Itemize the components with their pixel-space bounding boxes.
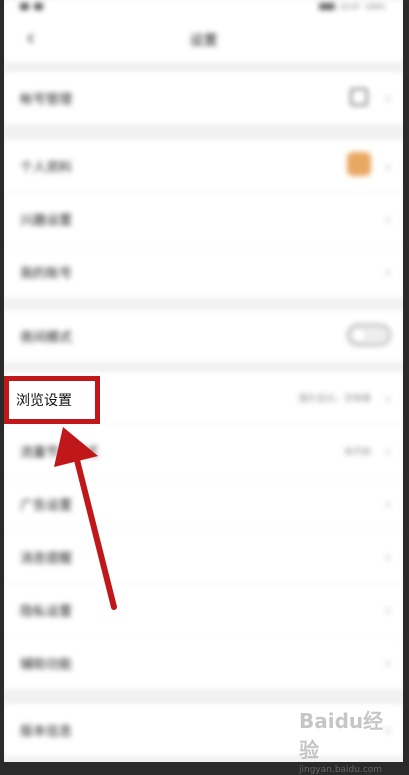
settings-row-interests[interactable]: 兴趣设置 › [4, 193, 403, 246]
settings-row-profile[interactable]: 个人资料 › [4, 140, 403, 193]
chevron-right-icon: › [384, 494, 391, 514]
status-battery: 100% [364, 3, 385, 11]
watermark-logo: Baidu经验 [299, 709, 384, 762]
row-value: 图片显示，字体等 [298, 394, 371, 405]
settings-row-notifications[interactable]: 消息提醒 › [4, 531, 403, 584]
row-label: 辅助功能 [20, 657, 73, 673]
baidu-watermark: Baidu经验 jingyan.baidu.com [299, 705, 393, 775]
group-night-mode: 夜间模式 [4, 310, 403, 362]
status-time: 15:47 [339, 3, 360, 11]
chevron-right-icon: › [384, 262, 391, 282]
chevron-right-icon: › [384, 441, 391, 461]
settings-row-accessibility[interactable]: 辅助功能 › [4, 637, 403, 689]
nav-bar: ‹ 设置 [4, 16, 403, 62]
row-label: 流量节省模式 [20, 445, 99, 461]
group-account: 帐号管理 › [4, 72, 403, 124]
night-mode-toggle[interactable] [347, 324, 391, 346]
watermark-url: jingyan.baidu.com [299, 765, 383, 775]
row-label: 隐私设置 [20, 604, 73, 620]
chevron-right-icon: › [384, 209, 391, 229]
settings-row-privacy[interactable]: 隐私设置 › [4, 584, 403, 637]
toggle-knob [351, 327, 367, 343]
row-label: 我的账号 [20, 266, 73, 282]
row-label: 版本信息 [20, 724, 73, 740]
row-label: 广告设置 [20, 498, 73, 514]
status-bar: 15:47 100% [4, 0, 403, 16]
settings-row-night-mode[interactable]: 夜间模式 [4, 310, 403, 362]
qr-code-icon [350, 88, 368, 106]
row-label: 个人资料 [20, 160, 73, 176]
row-label: 消息提醒 [20, 551, 73, 567]
chevron-right-icon: › [384, 600, 391, 620]
row-label: 夜间模式 [20, 330, 73, 346]
avatar [347, 152, 371, 176]
browse-settings-label: 浏览设置 [16, 393, 72, 409]
row-label: 兴趣设置 [20, 213, 73, 229]
settings-row-account[interactable]: 帐号管理 › [4, 72, 403, 124]
chevron-right-icon: › [384, 653, 391, 673]
chevron-right-icon: › [384, 156, 391, 176]
row-value: 未开启 [343, 447, 371, 458]
chevron-right-icon: › [384, 88, 391, 108]
group-profile: 个人资料 › 兴趣设置 › 我的账号 › [4, 140, 403, 298]
settings-row-my-account[interactable]: 我的账号 › [4, 246, 403, 298]
page-title: 设置 [189, 33, 218, 49]
row-label: 帐号管理 [20, 92, 73, 108]
settings-row-data-saver[interactable]: 流量节省模式 未开启 › [4, 425, 403, 478]
chevron-right-icon: › [384, 547, 391, 567]
chevron-right-icon: › [384, 388, 391, 408]
settings-row-ads[interactable]: 广告设置 › [4, 478, 403, 531]
